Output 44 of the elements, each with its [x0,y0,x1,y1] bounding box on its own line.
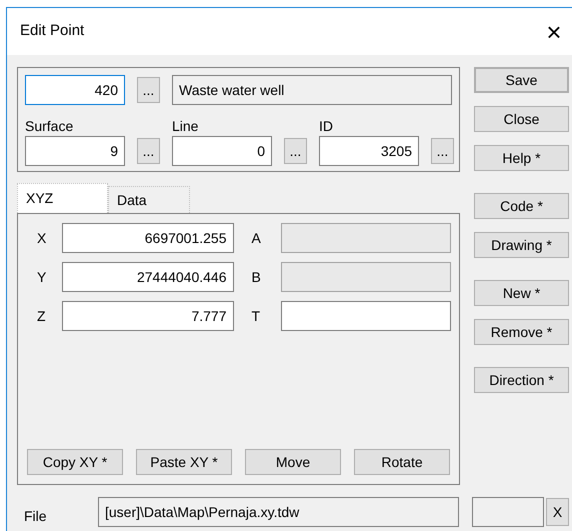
coordinate-field[interactable]: 6697001.255 [62,223,234,253]
extra-label: T [250,306,262,326]
tab[interactable]: XYZ [17,183,108,213]
number-field[interactable]: 3205 [319,136,419,166]
action-button[interactable]: Copy XY * [27,449,123,475]
coordinate-label: X [36,228,48,248]
code-field[interactable]: 420 [25,75,125,105]
close-button[interactable]: × [542,16,566,46]
coordinate-field[interactable]: 7.777 [62,301,234,331]
extra-label: A [250,228,262,248]
number-field[interactable]: 9 [25,136,125,166]
window-title: Edit Point [20,21,84,42]
clear-button[interactable]: X [546,498,569,526]
side-button[interactable]: Save [474,67,569,93]
field-label: Surface [25,118,74,135]
side-button[interactable]: New * [474,280,569,306]
blank-field [472,497,544,527]
browse-button[interactable]: ... [284,138,307,164]
action-button[interactable]: Rotate [354,449,450,475]
browse-button[interactable]: ... [137,77,160,103]
field-label: Line [172,118,200,135]
file-field[interactable]: [user]\Data\Map\Pernaja.xy.tdw [98,497,459,527]
number-field[interactable]: 0 [172,136,272,166]
side-button[interactable]: Remove * [474,319,569,345]
extra-field[interactable] [281,223,452,253]
extra-field[interactable] [281,262,452,292]
action-button[interactable]: Paste XY * [136,449,232,475]
side-button[interactable]: Close [474,106,569,132]
coordinate-label: Z [36,306,47,326]
action-button[interactable]: Move [245,449,341,475]
extra-field[interactable] [281,301,452,331]
file-label: File [24,506,48,526]
browse-button[interactable]: ... [137,138,160,164]
side-button[interactable]: Help * [474,145,569,171]
side-button[interactable]: Code * [474,193,569,219]
coordinate-label: Y [36,268,48,286]
side-button[interactable]: Drawing * [474,232,569,258]
coordinate-field[interactable]: 27444040.446 [62,262,234,292]
field-label: ID [319,118,334,135]
tab[interactable]: Data [108,186,190,213]
extra-label: B [250,268,262,286]
side-button[interactable]: Direction * [474,367,569,393]
description-field[interactable]: Waste water well [172,75,452,105]
browse-button[interactable]: ... [431,138,454,164]
